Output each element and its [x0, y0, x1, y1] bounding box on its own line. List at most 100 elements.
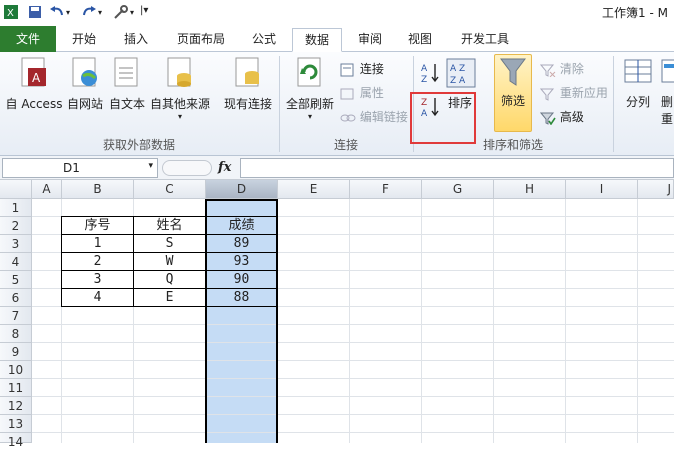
tab-home[interactable]: 开始 — [62, 28, 106, 52]
clear-filter-icon — [539, 64, 556, 77]
cell-b4[interactable]: 2 — [62, 253, 133, 271]
column-header-b[interactable]: B — [62, 180, 134, 199]
save-icon[interactable] — [26, 3, 44, 21]
gridline — [32, 342, 674, 343]
formula-input[interactable] — [240, 158, 674, 178]
column-header-a[interactable]: A — [32, 180, 62, 199]
cell-c4[interactable]: W — [134, 253, 205, 271]
gridline — [493, 199, 494, 443]
column-header-h[interactable]: H — [494, 180, 566, 199]
other-sources-icon — [167, 57, 191, 87]
tab-data[interactable]: 数据 — [292, 28, 342, 52]
sort-ascending-button[interactable]: AZ — [420, 62, 444, 86]
column-d-selection — [205, 199, 278, 443]
row-header-4[interactable]: 4 — [0, 253, 32, 271]
column-header-c[interactable]: C — [134, 180, 206, 199]
row-header-10[interactable]: 10 — [0, 361, 32, 379]
select-all-corner[interactable] — [0, 180, 32, 199]
column-header-f[interactable]: F — [350, 180, 422, 199]
row-header-8[interactable]: 8 — [0, 325, 32, 343]
svg-text:Z A: Z A — [450, 76, 466, 86]
web-icon — [72, 57, 97, 87]
gridline — [32, 414, 674, 415]
spreadsheet-grid[interactable]: A B C D E F G H I J 1 2 3 4 5 6 7 8 9 10… — [0, 180, 674, 449]
insert-function-button[interactable]: fx — [218, 160, 231, 175]
link-icon — [340, 114, 356, 121]
row-header-11[interactable]: 11 — [0, 379, 32, 397]
tab-file[interactable]: 文件 — [0, 26, 56, 52]
from-access-button[interactable]: A 自 Access — [4, 56, 64, 132]
connections-button[interactable]: 连接 — [340, 60, 412, 78]
row-header-6[interactable]: 6 — [0, 289, 32, 307]
column-header-i[interactable]: I — [566, 180, 638, 199]
tab-review[interactable]: 审阅 — [350, 28, 390, 52]
edit-links-button[interactable]: 编辑链接 — [340, 108, 412, 126]
tab-insert[interactable]: 插入 — [114, 28, 158, 52]
tools-icon[interactable] — [112, 3, 130, 21]
clear-button[interactable]: 清除 — [539, 60, 620, 78]
column-header-e[interactable]: E — [278, 180, 350, 199]
title-bar: X ▾ ▾ ▾ |▾ 工作簿1 - M — [0, 0, 674, 24]
cell-b2[interactable]: 序号 — [62, 217, 133, 235]
excel-logo-icon: X — [2, 3, 20, 21]
tab-formulas[interactable]: 公式 — [244, 28, 284, 52]
advanced-filter-button[interactable]: 高级 — [539, 108, 620, 126]
formula-bar-toggle[interactable] — [162, 160, 212, 176]
existing-connections-button[interactable]: 现有连接 — [220, 56, 276, 132]
cell-c2[interactable]: 姓名 — [134, 217, 205, 235]
tools-dropdown-icon[interactable]: ▾ — [130, 8, 134, 17]
text-to-columns-button[interactable]: 分列 — [618, 56, 658, 132]
row-header-5[interactable]: 5 — [0, 271, 32, 289]
filter-button[interactable]: 筛选 — [494, 54, 532, 132]
refresh-all-button[interactable]: 全部刷新 ▾ — [284, 56, 336, 132]
cell-b5[interactable]: 3 — [62, 271, 133, 289]
row-header-9[interactable]: 9 — [0, 343, 32, 361]
svg-text:Z: Z — [421, 75, 427, 84]
name-box[interactable]: D1 ▾ — [2, 158, 158, 178]
row-header-2[interactable]: 2 — [0, 217, 32, 235]
svg-text:A: A — [32, 71, 41, 85]
row-header-13[interactable]: 13 — [0, 415, 32, 433]
from-other-sources-button[interactable]: 自其他来源 ▾ — [148, 56, 212, 132]
row-header-1[interactable]: 1 — [0, 199, 32, 217]
cell-c6[interactable]: E — [134, 289, 205, 307]
reapply-button[interactable]: 重新应用 — [539, 84, 620, 102]
column-header-j[interactable]: J — [638, 180, 674, 199]
from-web-button[interactable]: 自网站 — [64, 56, 106, 132]
access-icon: A — [21, 57, 46, 87]
tab-developer[interactable]: 开发工具 — [452, 28, 518, 52]
group-label-connections: 连接 — [333, 138, 358, 152]
svg-text:A Z: A Z — [450, 64, 465, 74]
cell-c3[interactable]: S — [134, 235, 205, 253]
tab-view[interactable]: 视图 — [400, 28, 440, 52]
undo-dropdown-icon[interactable]: ▾ — [66, 8, 70, 17]
cell-b6[interactable]: 4 — [62, 289, 133, 307]
properties-icon — [340, 88, 354, 99]
properties-button[interactable]: 属性 — [340, 84, 412, 102]
svg-text:A: A — [421, 64, 428, 74]
row-header-7[interactable]: 7 — [0, 307, 32, 325]
gridline — [32, 378, 674, 379]
column-header-g[interactable]: G — [422, 180, 494, 199]
gridline — [637, 199, 638, 443]
from-text-button[interactable]: 自文本 — [106, 56, 148, 132]
redo-dropdown-icon[interactable]: ▾ — [98, 8, 102, 17]
tab-page-layout[interactable]: 页面布局 — [168, 28, 234, 52]
row-header-3[interactable]: 3 — [0, 235, 32, 253]
refresh-icon — [297, 57, 321, 87]
gridline — [32, 432, 674, 433]
redo-icon[interactable] — [80, 3, 98, 21]
name-box-dropdown-icon[interactable]: ▾ — [148, 161, 153, 171]
row-header-12[interactable]: 12 — [0, 397, 32, 415]
undo-icon[interactable] — [48, 3, 66, 21]
column-header-d[interactable]: D — [206, 180, 278, 199]
cell-b3[interactable]: 1 — [62, 235, 133, 253]
group-label-sort-filter: 排序和筛选 — [482, 138, 543, 152]
text-to-columns-icon — [624, 59, 652, 83]
connections-icon — [340, 63, 354, 76]
cell-c5[interactable]: Q — [134, 271, 205, 289]
row-header-14[interactable]: 14 — [0, 433, 32, 449]
gridline — [32, 360, 674, 361]
customize-qat-icon[interactable]: |▾ — [140, 5, 148, 16]
remove-duplicates-button[interactable]: 删 重 — [660, 56, 674, 132]
